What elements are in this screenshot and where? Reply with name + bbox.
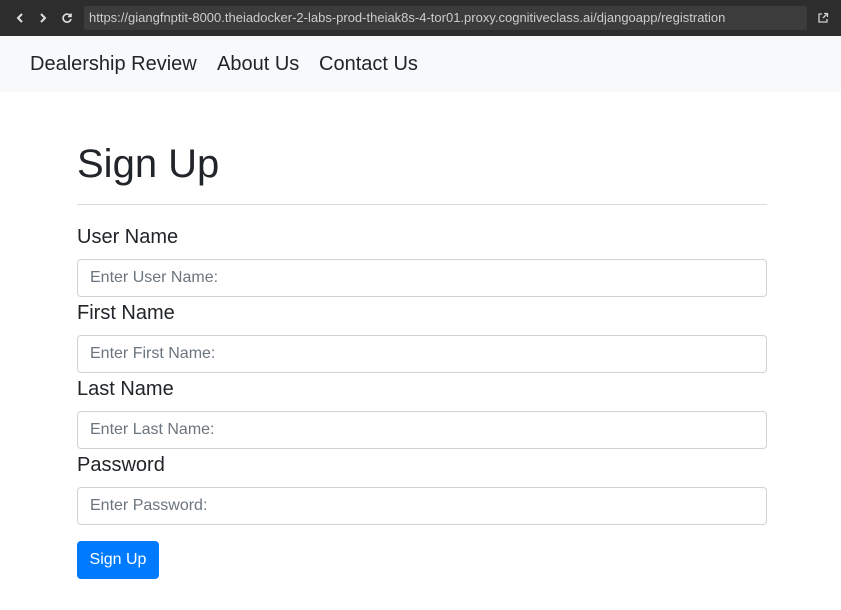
forward-icon[interactable] — [33, 8, 53, 28]
username-input[interactable] — [77, 259, 767, 297]
password-label: Password — [77, 454, 165, 476]
divider — [77, 204, 767, 205]
address-bar[interactable]: https://giangfnptit-8000.theiadocker-2-l… — [84, 6, 807, 30]
first-name-label: First Name — [77, 302, 175, 324]
last-name-label: Last Name — [77, 378, 174, 400]
username-label: User Name — [77, 226, 179, 248]
password-input[interactable] — [77, 487, 767, 525]
nav-link-dealership-review[interactable]: Dealership Review — [30, 52, 197, 76]
open-external-icon[interactable] — [814, 9, 832, 27]
sign-up-button[interactable]: Sign Up — [77, 541, 159, 579]
nav-link-contact-us[interactable]: Contact Us — [319, 52, 418, 76]
last-name-input[interactable] — [77, 411, 767, 449]
page-title: Sign Up — [77, 142, 220, 186]
first-name-input[interactable] — [77, 335, 767, 373]
reload-icon[interactable] — [57, 8, 77, 28]
nav-link-about-us[interactable]: About Us — [217, 52, 299, 76]
back-icon[interactable] — [10, 8, 30, 28]
top-navbar: Dealership Review About Us Contact Us — [0, 36, 841, 92]
browser-toolbar: https://giangfnptit-8000.theiadocker-2-l… — [0, 0, 841, 36]
